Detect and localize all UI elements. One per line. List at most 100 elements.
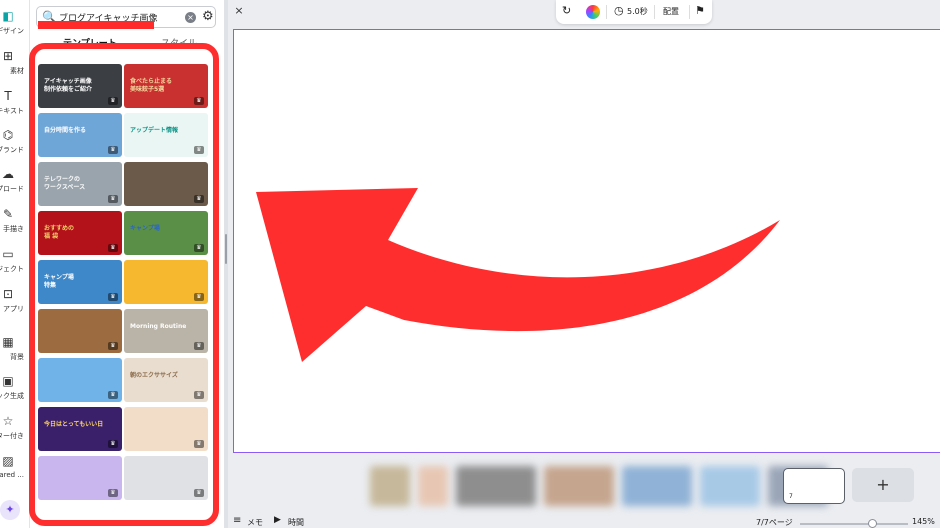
page-number: 7 xyxy=(789,493,793,500)
template-thumbnail[interactable]: ♛ xyxy=(38,456,122,500)
rail-item[interactable]: ▣ マジック生成 xyxy=(0,373,29,413)
template-thumbnail[interactable]: アップデート情報 ♛ xyxy=(124,113,208,157)
zoom-slider[interactable] xyxy=(800,523,908,525)
toolbar-divider xyxy=(606,5,607,19)
template-thumbnail[interactable]: キャンプ場 特集 ♛ xyxy=(38,260,122,304)
page-count[interactable]: 7/7ページ xyxy=(756,517,793,528)
page-thumbnail[interactable] xyxy=(418,466,448,506)
clock-icon[interactable]: ◷ xyxy=(614,4,624,17)
animate-icon[interactable]: ↻ xyxy=(562,4,571,17)
rail-item-label: マジック生成 xyxy=(0,392,24,400)
rail-item-label: 手描き xyxy=(3,225,24,233)
zoom-slider-handle[interactable] xyxy=(868,519,877,528)
rail-item-label: ブランド xyxy=(0,146,24,154)
template-title: 今日はとってもいい日 xyxy=(44,421,104,428)
editor-app: ◧ デザイン ⊞ 素材 T テキスト ⌬ ブランド ☁ アップロード ✎ 手描き ▭ プロジェクト ⊡ アプリ… xyxy=(0,0,940,528)
rail-item-label: デザイン xyxy=(0,27,24,35)
rail-item[interactable]: ▨ Squared ... xyxy=(0,453,29,493)
draw-icon: ✎ xyxy=(2,207,14,221)
rail-item[interactable]: ⊞ 素材 xyxy=(0,48,29,88)
toolbar-divider xyxy=(689,5,690,19)
footer-bar: ≡ メモ ▶ 時間 7/7ページ 145% xyxy=(228,514,940,528)
template-thumbnail[interactable]: 朝のエクササイズ ♛ xyxy=(124,358,208,402)
filter-icon[interactable]: ⚙ xyxy=(202,9,214,24)
template-thumbnail[interactable]: アイキャッチ画像 制作依頼をご紹介 ♛ xyxy=(38,64,122,108)
rail-item[interactable]: ▭ プロジェクト xyxy=(0,246,29,286)
arrange-button[interactable]: 配置 xyxy=(663,6,679,17)
timer-button[interactable]: 時間 xyxy=(288,517,304,528)
template-thumbnail[interactable]: 食べたら止まる 美味餃子5選 ♛ xyxy=(124,64,208,108)
template-title: Morning Routine xyxy=(130,323,187,330)
toolbar-divider xyxy=(654,5,655,19)
template-thumbnail[interactable]: キャンプ場 ♛ xyxy=(124,211,208,255)
template-thumbnail[interactable]: ♛ xyxy=(124,260,208,304)
rail-item-label: テキスト xyxy=(0,107,24,115)
clear-icon[interactable]: × xyxy=(185,12,196,23)
add-page-button[interactable]: + xyxy=(852,468,914,502)
rail-item[interactable]: ☁ アップロード xyxy=(0,166,29,206)
page-thumbnail[interactable] xyxy=(370,466,410,506)
timer-icon[interactable]: ▶ xyxy=(274,515,281,525)
rail-item[interactable]: T テキスト xyxy=(0,88,29,128)
pro-crown-icon: ♛ xyxy=(194,391,204,399)
pro-crown-icon: ♛ xyxy=(108,489,118,497)
template-thumbnail[interactable]: 自分時間を作る ♛ xyxy=(38,113,122,157)
template-title: アップデート情報 xyxy=(130,127,179,134)
apps-icon: ⊡ xyxy=(2,287,14,301)
page-thumbnail[interactable] xyxy=(622,466,692,506)
brand-icon: ⌬ xyxy=(2,128,14,142)
duration-button[interactable]: 5.0秒 xyxy=(627,6,648,17)
annotation-arrow xyxy=(256,188,780,362)
notes-icon[interactable]: ≡ xyxy=(233,515,241,526)
tab-templates[interactable]: テンプレート xyxy=(63,36,117,49)
background-icon: ▦ xyxy=(2,335,14,349)
close-panel-button[interactable]: × xyxy=(232,4,246,18)
rail-item-label: 背景 xyxy=(10,353,24,361)
pro-crown-icon: ♛ xyxy=(108,244,118,252)
pro-crown-icon: ♛ xyxy=(194,342,204,350)
image-generate-icon: ▣ xyxy=(2,374,14,388)
template-thumbnail[interactable]: ♛ xyxy=(38,309,122,353)
template-title: キャンプ場 特集 xyxy=(44,274,74,289)
tab-styles[interactable]: スタイル xyxy=(161,36,197,49)
panel-divider xyxy=(224,0,228,528)
rail-item-label: アップロード xyxy=(0,185,24,193)
template-thumbnail[interactable]: Morning Routine ♛ xyxy=(124,309,208,353)
pro-crown-icon: ♛ xyxy=(108,146,118,154)
template-thumbnail[interactable]: ♛ xyxy=(38,358,122,402)
rail-item[interactable]: ◧ デザイン xyxy=(0,8,29,48)
pro-crown-icon: ♛ xyxy=(194,195,204,203)
highlight-underline xyxy=(38,21,154,29)
rail-item[interactable]: ⌬ ブランド xyxy=(0,127,29,167)
pro-crown-icon: ♛ xyxy=(108,342,118,350)
current-page-thumb[interactable]: 7 xyxy=(783,468,845,504)
rail-item[interactable]: ✎ 手描き xyxy=(0,206,29,246)
design-canvas[interactable] xyxy=(233,29,940,453)
template-title: おすすめの 福 袋 xyxy=(44,225,75,240)
magic-sparkle-icon[interactable]: ✦ xyxy=(0,500,20,520)
rail-item[interactable]: ▦ 背景 xyxy=(0,334,29,374)
resize-handle[interactable] xyxy=(225,234,227,264)
pro-crown-icon: ♛ xyxy=(108,391,118,399)
star-icon: ☆ xyxy=(2,414,14,428)
left-rail: ◧ デザイン ⊞ 素材 T テキスト ⌬ ブランド ☁ アップロード ✎ 手描き ▭ プロジェクト ⊡ アプリ… xyxy=(0,0,30,528)
template-title: アイキャッチ画像 制作依頼をご紹介 xyxy=(44,78,93,93)
template-thumbnail[interactable]: ♛ xyxy=(124,407,208,451)
template-thumbnail[interactable]: テレワークの ワークスペース ♛ xyxy=(38,162,122,206)
template-thumbnail[interactable]: 今日はとってもいい日 ♛ xyxy=(38,407,122,451)
template-thumbnail[interactable]: ♛ xyxy=(124,456,208,500)
zoom-level[interactable]: 145% xyxy=(912,517,935,526)
rail-item[interactable]: ⊡ アプリ xyxy=(0,286,29,326)
template-grid: アイキャッチ画像 制作依頼をご紹介 ♛ 食べたら止まる 美味餃子5選 ♛ 自分時間を作る… xyxy=(38,64,210,526)
paint-format-icon[interactable]: ⚑ xyxy=(695,4,705,17)
pro-crown-icon: ♛ xyxy=(194,146,204,154)
page-thumbnail[interactable] xyxy=(456,466,536,506)
page-thumbnail[interactable] xyxy=(700,466,760,506)
pro-crown-icon: ♛ xyxy=(108,440,118,448)
color-wheel-icon[interactable] xyxy=(586,5,600,19)
template-thumbnail[interactable]: おすすめの 福 袋 ♛ xyxy=(38,211,122,255)
page-thumbnail[interactable] xyxy=(544,466,614,506)
notes-button[interactable]: メモ xyxy=(247,517,263,528)
template-thumbnail[interactable]: ♛ xyxy=(124,162,208,206)
rail-item[interactable]: ☆ スター付き xyxy=(0,413,29,453)
